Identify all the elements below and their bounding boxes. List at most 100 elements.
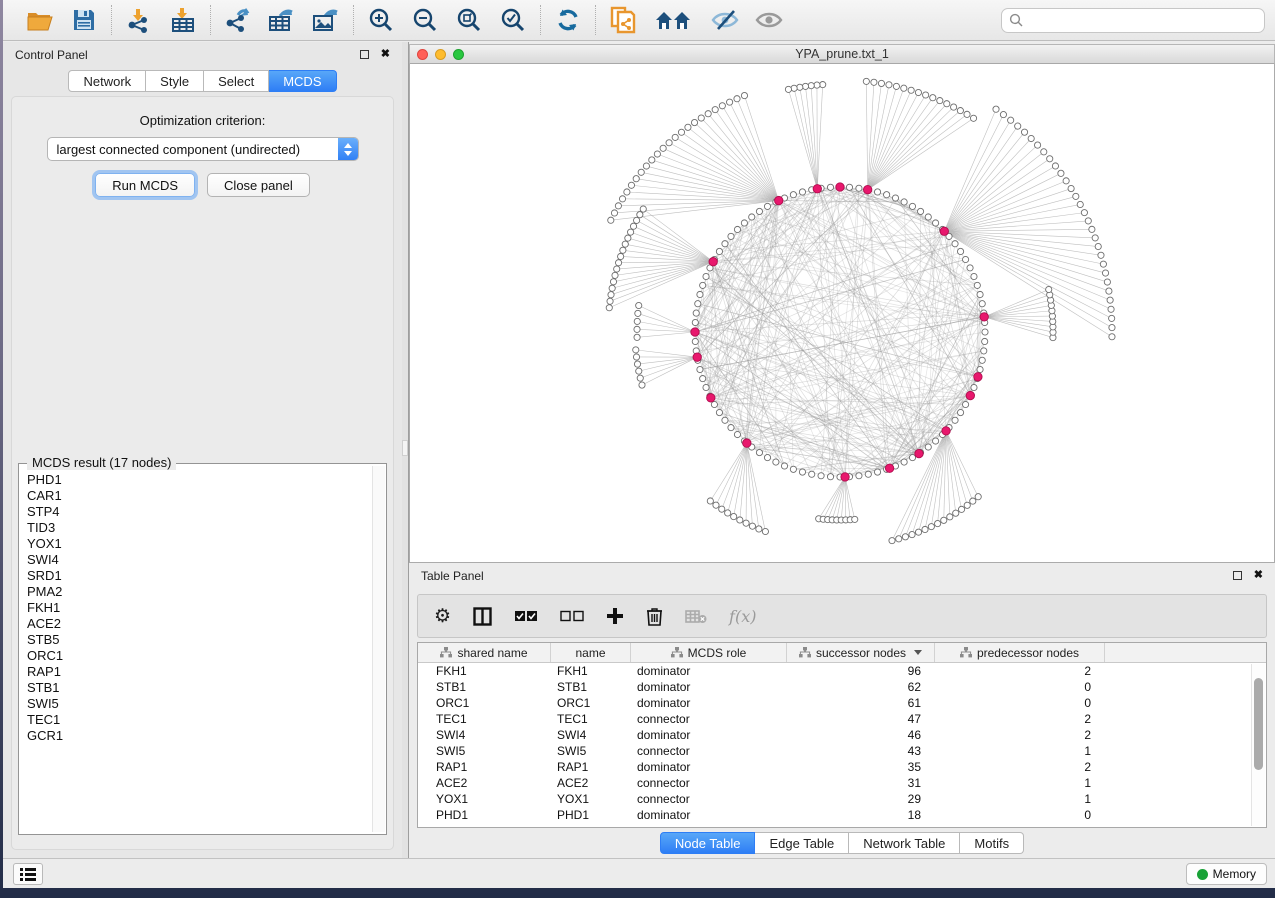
dominator-node[interactable]: [942, 427, 950, 435]
column-header-name[interactable]: name: [551, 643, 631, 662]
network-node[interactable]: [856, 185, 862, 191]
network-node[interactable]: [1058, 170, 1064, 176]
network-node[interactable]: [610, 279, 616, 285]
network-node[interactable]: [971, 273, 977, 279]
network-node[interactable]: [902, 534, 908, 540]
tab-motifs[interactable]: Motifs: [960, 832, 1024, 854]
network-node[interactable]: [1098, 252, 1104, 258]
network-node[interactable]: [612, 272, 618, 278]
network-node[interactable]: [625, 235, 631, 241]
settings-gear-icon[interactable]: ⚙: [434, 605, 451, 628]
delete-column-icon[interactable]: [646, 607, 663, 626]
network-node[interactable]: [1041, 149, 1047, 155]
network-node[interactable]: [1109, 324, 1115, 330]
dominator-node[interactable]: [940, 227, 948, 235]
network-node[interactable]: [728, 233, 734, 239]
table-row[interactable]: YOX1YOX1connector291: [418, 791, 1266, 807]
network-node[interactable]: [1015, 123, 1021, 129]
network-node[interactable]: [799, 189, 805, 195]
network-node[interactable]: [971, 384, 977, 390]
network-node[interactable]: [1085, 218, 1091, 224]
network-node[interactable]: [756, 208, 762, 214]
network-node[interactable]: [618, 253, 624, 259]
network-node[interactable]: [975, 494, 981, 500]
tab-network-table[interactable]: Network Table: [849, 832, 960, 854]
network-node[interactable]: [799, 469, 805, 475]
network-node[interactable]: [728, 425, 734, 431]
network-node[interactable]: [633, 176, 639, 182]
dominator-node[interactable]: [691, 328, 699, 336]
save-session-icon[interactable]: [69, 6, 99, 34]
refresh-icon[interactable]: [553, 6, 583, 34]
export-network-icon[interactable]: [223, 6, 253, 34]
show-panels-button[interactable]: [13, 863, 43, 885]
splitter-grip[interactable]: [402, 440, 408, 456]
network-node[interactable]: [967, 265, 973, 271]
network-node[interactable]: [878, 80, 884, 86]
network-node[interactable]: [660, 145, 666, 151]
network-node[interactable]: [871, 79, 877, 85]
network-node[interactable]: [1104, 279, 1110, 285]
add-column-icon[interactable]: [606, 607, 624, 625]
tab-select[interactable]: Select: [204, 70, 269, 92]
network-node[interactable]: [790, 192, 796, 198]
mcds-result-item[interactable]: SRD1: [27, 568, 365, 584]
mcds-result-item[interactable]: PMA2: [27, 584, 365, 600]
network-node[interactable]: [607, 298, 613, 304]
network-node[interactable]: [957, 108, 963, 114]
dominator-node[interactable]: [813, 185, 821, 193]
network-node[interactable]: [957, 248, 963, 254]
mcds-result-item[interactable]: PHD1: [27, 472, 365, 488]
criterion-dropdown[interactable]: largest connected component (undirected): [47, 137, 359, 161]
network-node[interactable]: [964, 111, 970, 117]
network-node[interactable]: [637, 212, 643, 218]
network-node[interactable]: [923, 92, 929, 98]
network-node[interactable]: [634, 361, 640, 367]
network-node[interactable]: [703, 273, 709, 279]
network-node[interactable]: [874, 469, 880, 475]
column-header-shared-name[interactable]: shared name: [418, 643, 551, 662]
network-node[interactable]: [719, 506, 725, 512]
network-node[interactable]: [865, 471, 871, 477]
network-node[interactable]: [952, 241, 958, 247]
network-node[interactable]: [1095, 243, 1101, 249]
network-node[interactable]: [1046, 286, 1052, 292]
network-node[interactable]: [622, 241, 628, 247]
network-node[interactable]: [620, 247, 626, 253]
network-node[interactable]: [713, 502, 719, 508]
network-node[interactable]: [852, 516, 858, 522]
maximize-window-icon[interactable]: [453, 49, 464, 60]
network-node[interactable]: [654, 151, 660, 157]
dominator-node[interactable]: [974, 373, 982, 381]
network-node[interactable]: [790, 466, 796, 472]
network-node[interactable]: [692, 319, 698, 325]
network-node[interactable]: [935, 520, 941, 526]
network-node[interactable]: [749, 523, 755, 529]
network-node[interactable]: [856, 473, 862, 479]
mcds-result-item[interactable]: SWI4: [27, 552, 365, 568]
network-node[interactable]: [951, 104, 957, 110]
table-scrollbar-thumb[interactable]: [1254, 678, 1263, 770]
network-node[interactable]: [693, 310, 699, 316]
network-node[interactable]: [619, 196, 625, 202]
network-node[interactable]: [756, 526, 762, 532]
network-node[interactable]: [1081, 210, 1087, 216]
table-row[interactable]: SWI5SWI5connector431: [418, 743, 1266, 759]
network-node[interactable]: [827, 184, 833, 190]
table-row[interactable]: STB1STB1dominator620: [418, 679, 1266, 695]
network-graph[interactable]: [410, 64, 1275, 563]
mcds-result-item[interactable]: YOX1: [27, 536, 365, 552]
table-scrollbar[interactable]: [1251, 664, 1265, 826]
network-node[interactable]: [892, 195, 898, 201]
export-image-icon[interactable]: [311, 6, 341, 34]
network-node[interactable]: [698, 115, 704, 121]
tab-style[interactable]: Style: [146, 70, 204, 92]
network-node[interactable]: [611, 210, 617, 216]
network-node[interactable]: [666, 140, 672, 146]
network-node[interactable]: [743, 520, 749, 526]
network-node[interactable]: [993, 106, 999, 112]
mcds-result-item[interactable]: CAR1: [27, 488, 365, 504]
first-neighbors-icon[interactable]: [652, 6, 696, 34]
column-chooser-icon[interactable]: [473, 607, 492, 626]
network-node[interactable]: [802, 83, 808, 89]
